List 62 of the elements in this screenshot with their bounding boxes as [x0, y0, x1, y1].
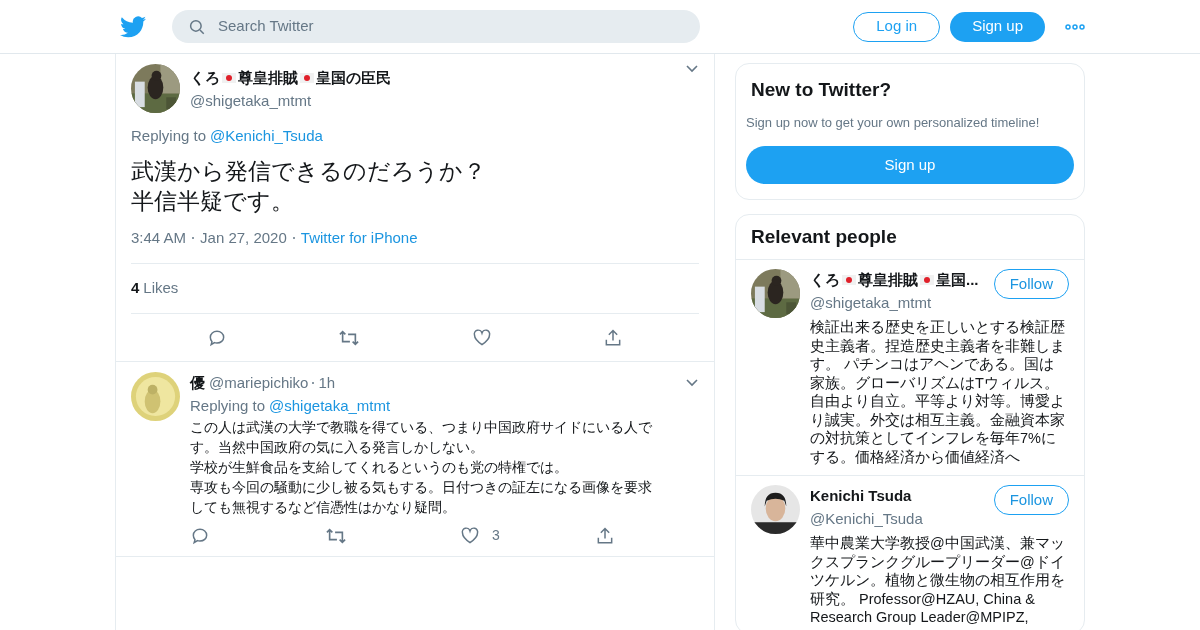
replying-label: Replying to [131, 126, 207, 146]
likes-label[interactable]: Likes [143, 277, 179, 300]
user-bio: 史主義者。捏造歴史主義者を非難しま [810, 336, 1066, 355]
mention-link[interactable]: @Kenichi_Tsuda [210, 125, 323, 148]
like-count: 3 [492, 526, 500, 545]
tweet-text: 学校が生鮮食品を支給してくれるというのも党の特権では。 [190, 458, 569, 477]
replying-label: Replying to [190, 395, 266, 416]
search-icon [188, 17, 206, 36]
flag-icon [920, 273, 934, 288]
signup-button[interactable]: Sign up [950, 11, 1045, 42]
user-bio: ツケルン。植物と微生物の相互作用を [810, 571, 1066, 590]
user-bio: する。価格経済から価値経済へ [810, 447, 1021, 466]
more-icon[interactable] [1065, 23, 1085, 30]
likes-count[interactable]: 4 [131, 277, 140, 300]
user-bio: の対抗策としてインフレを毎年7%に [810, 429, 1057, 448]
user-handle[interactable]: @Kenichi_Tsuda [810, 507, 994, 530]
user-handle[interactable]: @mariepichiko [209, 372, 309, 395]
search-input[interactable]: Search Twitter [218, 15, 684, 38]
mention-link[interactable]: @shigetaka_mtmt [269, 394, 391, 417]
flag-icon [842, 273, 856, 288]
user-name[interactable]: くろ [810, 269, 840, 292]
user-name[interactable]: Kenichi Tsuda [810, 485, 912, 508]
flag-icon [300, 71, 314, 86]
tweet-text: 武漢から発信できるのだろうか？ [131, 156, 487, 186]
tweet-time[interactable]: 3:44 AM [131, 226, 187, 249]
user-handle[interactable]: @shigetaka_mtmt [810, 291, 994, 314]
user-bio: クスプランクグループリーダー@ドイ [810, 552, 1066, 571]
card-title: Relevant people [736, 215, 1084, 260]
tweet-text: 半信半疑です。 [131, 186, 295, 216]
bird-logo-icon[interactable] [120, 15, 146, 38]
chevron-down-icon[interactable] [685, 64, 699, 74]
user-name[interactable]: くろ [190, 67, 220, 90]
tweet-text: 専攻も今回の騒動に少し被る気もする。日付つきの証左になる画像を要求 [190, 478, 653, 497]
user-name[interactable]: 尊皇排賊 [858, 269, 918, 292]
user-bio: 検証出来る歴史を正しいとする検証歴 [810, 318, 1066, 337]
user-bio: す。 パチンコはアヘンである。国は [810, 355, 1056, 374]
like-icon[interactable] [460, 525, 480, 546]
share-icon[interactable] [595, 525, 615, 546]
user-bio: 自由より自立。平等より対等。博愛よ [810, 392, 1066, 411]
user-bio: 家族。グローバリズムはTウィルス。 [810, 373, 1060, 392]
like-icon[interactable] [471, 327, 492, 348]
user-bio: 華中農業大学教授@中国武漢、兼マッ [810, 534, 1066, 553]
user-name[interactable]: 皇国... [936, 269, 979, 292]
search-field[interactable]: Search Twitter [172, 10, 700, 43]
user-bio: り誠実。外交は相互主義。金融資本家 [810, 410, 1066, 429]
tweet-text: す。当然中国政府の気に入る発言しかしない。 [190, 438, 485, 457]
chevron-down-icon[interactable] [685, 378, 699, 389]
tweet-text: この人は武漢の大学で教職を得ている、つまり中国政府サイドにいる人で [190, 418, 653, 437]
flag-icon [222, 71, 236, 86]
source-link[interactable]: Twitter for iPhone [300, 226, 418, 249]
tweet-date[interactable]: Jan 27, 2020 [200, 226, 287, 249]
signup-button[interactable]: Sign up [746, 146, 1074, 184]
card-title: New to Twitter? [750, 78, 893, 102]
user-name[interactable]: 尊皇排賊 [238, 67, 298, 90]
user-handle[interactable]: @shigetaka_mtmt [190, 89, 675, 112]
tweet-text: しても無視するなど信憑性はかなり疑問。 [190, 498, 457, 517]
tweet-age[interactable]: 1h [318, 372, 336, 395]
card-subtitle: Sign up now to get your own personalized timeline! [746, 113, 1041, 132]
user-bio: Research Group Leader@MPIPZ, [810, 608, 1030, 627]
user-bio: 研究。 Professor@HZAU, China & [810, 589, 1036, 608]
user-name[interactable]: 皇国の臣民 [316, 67, 391, 90]
user-name[interactable]: 優 [190, 372, 205, 395]
